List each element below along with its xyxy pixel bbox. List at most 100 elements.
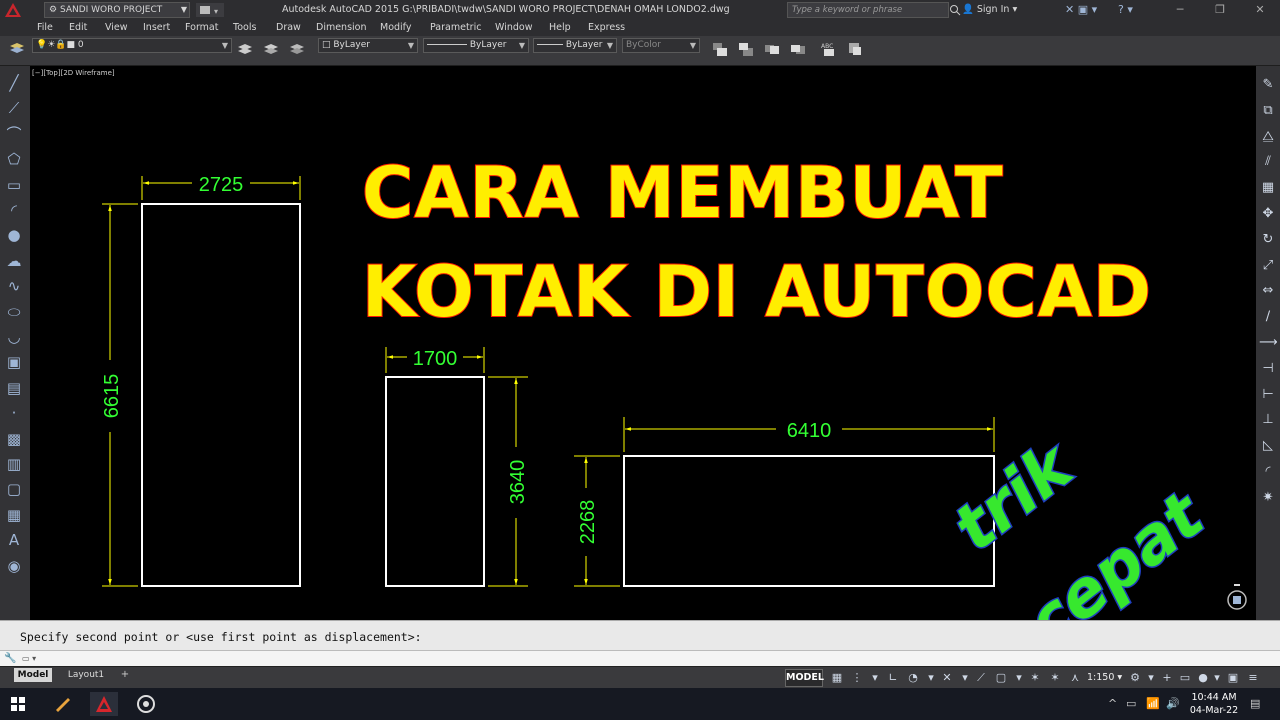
- layer-dropdown[interactable]: 💡☀🔒■ 0 ▼: [32, 38, 232, 53]
- object-snap-tracking-icon[interactable]: ⟋: [974, 671, 988, 685]
- windows-start-icon[interactable]: [4, 692, 32, 716]
- rectangle-icon[interactable]: ▭: [5, 176, 23, 194]
- dimension-rect2-height[interactable]: 3640: [488, 376, 529, 587]
- add-layout-icon[interactable]: +: [119, 668, 131, 682]
- dimension-rect2-width[interactable]: 1700: [385, 347, 485, 373]
- menu-item-tools[interactable]: Tools: [233, 22, 256, 33]
- osnap-icon[interactable]: ▢: [994, 671, 1008, 685]
- bring-above-icon[interactable]: [763, 40, 781, 58]
- region-icon[interactable]: ▢: [5, 480, 23, 498]
- make-block-icon[interactable]: ▤: [5, 379, 23, 397]
- text-front-icon[interactable]: ABC: [820, 40, 838, 58]
- network-icon[interactable]: 📶: [1146, 697, 1160, 711]
- menu-item-edit[interactable]: Edit: [69, 22, 87, 33]
- add-selected-icon[interactable]: ◉: [5, 557, 23, 575]
- search-input[interactable]: Type a keyword or phrase: [787, 2, 949, 18]
- linetype-dropdown[interactable]: ByLayer ▼: [423, 38, 529, 53]
- rectangle-2[interactable]: [385, 376, 485, 587]
- offset-icon[interactable]: ⫽: [1259, 153, 1277, 171]
- spline-icon[interactable]: ∿: [5, 277, 23, 295]
- command-input[interactable]: 🔧 ▭ ▾: [0, 650, 1280, 666]
- join-icon[interactable]: ⊥: [1259, 411, 1277, 429]
- gradient-icon[interactable]: ▥: [5, 455, 23, 473]
- make-current-layer-icon[interactable]: [236, 40, 254, 58]
- extend-icon[interactable]: ⟶: [1259, 334, 1278, 352]
- autocad-logo-icon[interactable]: [2, 0, 24, 20]
- tab-model[interactable]: Model: [14, 668, 52, 682]
- menu-item-modify[interactable]: Modify: [380, 22, 411, 33]
- menu-item-file[interactable]: File: [37, 22, 53, 33]
- table-icon[interactable]: ▦: [5, 506, 23, 524]
- polyline-icon[interactable]: ⌒: [5, 125, 23, 143]
- polygon-icon[interactable]: ⬠: [5, 150, 23, 168]
- chevron-down-icon[interactable]: ▾: [924, 671, 938, 685]
- move-icon[interactable]: ✥: [1259, 205, 1277, 223]
- menu-item-parametric[interactable]: Parametric: [430, 22, 481, 33]
- insert-block-icon[interactable]: ▣: [5, 353, 23, 371]
- lineweight-dropdown[interactable]: ByLayer ▼: [533, 38, 617, 53]
- rectangle-1[interactable]: [141, 203, 301, 587]
- ortho-icon[interactable]: ∟: [886, 671, 900, 685]
- isolate-objects-icon[interactable]: ●: [1196, 671, 1210, 685]
- hatch-icon[interactable]: ▩: [5, 430, 23, 448]
- annotation-scale-icon[interactable]: ⋏: [1068, 671, 1082, 685]
- layer-properties-icon[interactable]: [8, 40, 26, 58]
- clock[interactable]: 10:44 AM 04-Mar-22: [1188, 691, 1240, 717]
- multiline-text-icon[interactable]: A: [5, 531, 23, 549]
- drawing-canvas[interactable]: [−][Top][2D Wireframe] 2725 6615 1700 36…: [30, 66, 1256, 663]
- volume-icon[interactable]: 🔊: [1166, 697, 1180, 711]
- clean-screen-icon[interactable]: ≡: [1246, 671, 1260, 685]
- dimension-rect3-width[interactable]: 6410: [623, 417, 995, 452]
- auto-scale-icon[interactable]: ✶: [1048, 671, 1062, 685]
- menu-item-view[interactable]: View: [105, 22, 128, 33]
- ellipse-arc-icon[interactable]: ◡: [5, 328, 23, 346]
- circle-icon[interactable]: ●: [5, 226, 23, 244]
- annotation-monitor-icon[interactable]: ▭: [1178, 671, 1192, 685]
- taskbar-obs-icon[interactable]: [132, 692, 160, 716]
- layer-states-icon[interactable]: [288, 40, 306, 58]
- snap-icon[interactable]: ⋮: [850, 671, 864, 685]
- chevron-down-icon[interactable]: ▾: [1144, 671, 1158, 685]
- chevron-down-icon[interactable]: ▾: [1012, 671, 1026, 685]
- bring-to-front-icon[interactable]: [711, 40, 729, 58]
- menu-item-window[interactable]: Window: [495, 22, 532, 33]
- taskbar-app-icon[interactable]: [48, 692, 76, 716]
- arc-icon[interactable]: ◜: [5, 201, 23, 219]
- navigation-wheel-icon[interactable]: [1224, 584, 1250, 610]
- menu-item-dimension[interactable]: Dimension: [316, 22, 367, 33]
- dimension-rect1-height[interactable]: 6615: [101, 203, 138, 587]
- exchange-icon[interactable]: ✕ ▣ ▾: [1065, 2, 1097, 18]
- scale-icon[interactable]: ⤢: [1259, 257, 1277, 275]
- menu-item-express[interactable]: Express: [588, 22, 625, 33]
- copy-icon[interactable]: ⧉: [1259, 102, 1277, 120]
- wrench-icon[interactable]: 🔧: [4, 653, 16, 665]
- chamfer-icon[interactable]: ◺: [1259, 437, 1277, 455]
- minimize-button[interactable]: ─: [1160, 0, 1200, 20]
- close-button[interactable]: ✕: [1240, 0, 1280, 20]
- hardware-acceleration-icon[interactable]: ▣: [1226, 671, 1240, 685]
- battery-icon[interactable]: ▭: [1126, 697, 1136, 711]
- help-icon[interactable]: ? ▾: [1118, 2, 1133, 18]
- fillet-icon[interactable]: ◜: [1259, 463, 1277, 481]
- mirror-icon[interactable]: ⧋: [1259, 128, 1277, 146]
- grid-icon[interactable]: ▦: [830, 671, 844, 685]
- ellipse-icon[interactable]: ⬭: [5, 303, 23, 321]
- erase-icon[interactable]: ✎: [1259, 76, 1277, 94]
- chevron-up-icon[interactable]: ^: [1108, 697, 1117, 711]
- annotation-visibility-icon[interactable]: ✶: [1028, 671, 1042, 685]
- workspace-dropdown[interactable]: ⚙ SANDI WORO PROJECT ▼: [44, 2, 190, 18]
- search-icon[interactable]: [949, 2, 961, 18]
- command-prompt-icon[interactable]: ▭ ▾: [22, 653, 44, 665]
- quick-access-toolbar[interactable]: ▾: [196, 3, 224, 17]
- break-icon[interactable]: ⊢: [1259, 386, 1277, 404]
- annotation-scale-value[interactable]: 1:150 ▾: [1087, 672, 1122, 683]
- menu-item-format[interactable]: Format: [185, 22, 218, 33]
- rectangle-3[interactable]: [623, 455, 995, 587]
- polar-icon[interactable]: ◔: [906, 671, 920, 685]
- taskbar-autocad-icon[interactable]: [90, 692, 118, 716]
- menu-item-insert[interactable]: Insert: [143, 22, 170, 33]
- rotate-icon[interactable]: ↻: [1259, 231, 1277, 249]
- layer-previous-icon[interactable]: [262, 40, 280, 58]
- revision-cloud-icon[interactable]: ☁: [5, 252, 23, 270]
- point-icon[interactable]: ·: [5, 404, 23, 422]
